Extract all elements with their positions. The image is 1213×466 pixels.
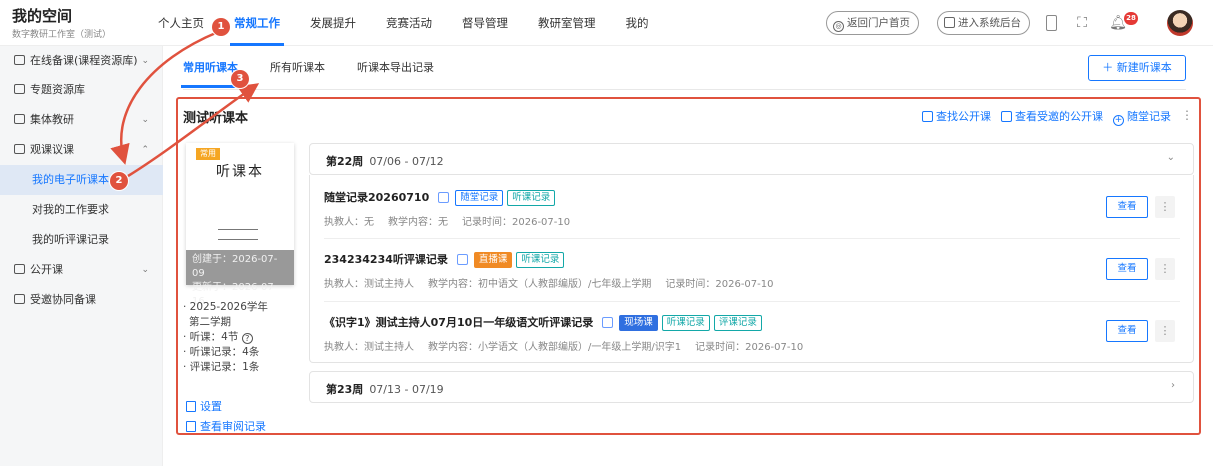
annotation-step-3: 3 [231, 70, 249, 88]
annotation-arrows [110, 30, 260, 178]
annotation-step-2: 2 [110, 172, 128, 190]
arrow-sidebar-to-tab [127, 83, 260, 178]
arrow-nav-to-sidebar [110, 30, 219, 165]
annotation-step-1: 1 [212, 18, 230, 36]
